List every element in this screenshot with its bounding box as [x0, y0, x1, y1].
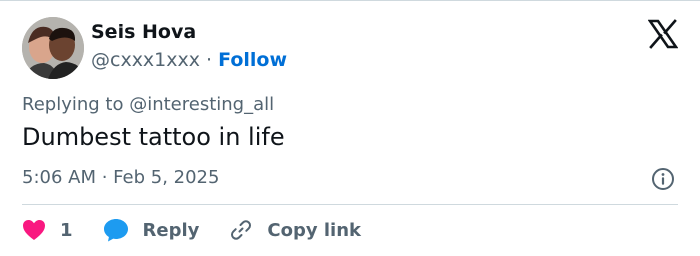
copy-link-button[interactable]: Copy link: [229, 218, 361, 242]
replying-to-line: Replying to @interesting_all: [22, 94, 274, 115]
like-count: 1: [60, 219, 73, 241]
info-icon[interactable]: [651, 167, 675, 191]
follow-button[interactable]: Follow: [218, 49, 287, 71]
speech-bubble-icon: [103, 219, 128, 242]
heart-icon: [23, 220, 45, 240]
author-display-name[interactable]: Seis Hova: [91, 21, 196, 43]
author-handle[interactable]: @cxxx1xxx: [91, 49, 200, 71]
avatar-photo: [22, 17, 84, 79]
copy-link-label: Copy link: [267, 219, 361, 241]
replying-to-handle[interactable]: @interesting_all: [129, 94, 274, 115]
reply-button[interactable]: Reply: [103, 218, 200, 242]
divider: [22, 204, 678, 205]
tweet-timestamp[interactable]: 5:06 AM · Feb 5, 2025: [22, 167, 219, 188]
replying-to-prefix: Replying to: [22, 94, 124, 115]
tweet-embed-card: Seis Hova @cxxx1xxx · Follow Replying to…: [0, 0, 700, 256]
action-bar: 1 Reply Copy link: [22, 215, 361, 245]
author-handle-row: @cxxx1xxx · Follow: [91, 49, 287, 71]
tweet-text: Dumbest tattoo in life: [22, 123, 285, 151]
x-logo-icon[interactable]: [648, 19, 678, 49]
handle-separator: ·: [206, 49, 213, 71]
like-button[interactable]: 1: [22, 219, 73, 241]
reply-label: Reply: [142, 219, 200, 241]
avatar[interactable]: [22, 17, 84, 79]
link-icon: [231, 220, 252, 240]
